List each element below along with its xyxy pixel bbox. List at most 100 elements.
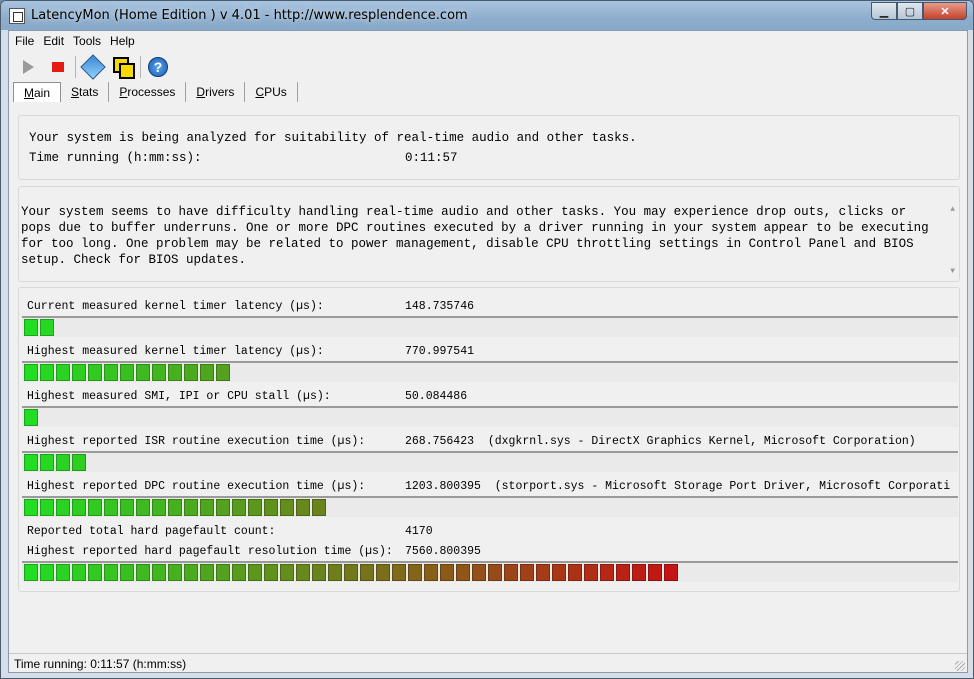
bar-segment xyxy=(280,499,294,516)
tab-label: Stats xyxy=(71,85,99,99)
bar-fill xyxy=(22,453,88,472)
tab-main[interactable]: Main xyxy=(13,82,62,102)
help-button[interactable]: ? xyxy=(145,54,171,80)
bar-segment xyxy=(104,364,118,381)
highest-dpc-time-row: Highest reported DPC routine execution t… xyxy=(27,480,950,493)
bar-fill xyxy=(22,318,56,337)
scroll-down-arrow-icon[interactable]: ▼ xyxy=(950,267,955,276)
bar-fill xyxy=(22,363,232,382)
bar-segment xyxy=(584,564,598,581)
scroll-up-arrow-icon[interactable]: ▲ xyxy=(950,205,955,214)
tools-button[interactable] xyxy=(80,54,106,80)
bar-segment xyxy=(56,364,70,381)
current-kernel-latency-bar xyxy=(22,316,958,337)
play-icon xyxy=(22,60,34,74)
hard-pagefault-count-row: Reported total hard pagefault count: 4170 xyxy=(27,525,433,538)
toolbar: ? xyxy=(15,53,175,81)
bar-segment xyxy=(312,564,326,581)
bar-segment xyxy=(392,564,406,581)
minimize-button[interactable]: ▁ xyxy=(871,2,897,20)
bar-segment xyxy=(72,364,86,381)
cpu-icon xyxy=(113,57,135,79)
bar-segment xyxy=(120,364,134,381)
metric-value: 770.997541 xyxy=(405,345,474,358)
tab-label: CPUs xyxy=(255,85,287,99)
bar-segment xyxy=(488,564,502,581)
bar-segment xyxy=(168,499,182,516)
bar-segment xyxy=(40,454,54,471)
bar-segment xyxy=(104,564,118,581)
metric-value: 7560.800395 xyxy=(405,545,481,558)
bar-segment xyxy=(200,364,214,381)
highest-smi-stall-row: Highest measured SMI, IPI or CPU stall (… xyxy=(27,390,467,403)
resize-grip-icon[interactable] xyxy=(955,661,965,671)
bar-segment xyxy=(72,454,86,471)
metric-value: 50.084486 xyxy=(405,390,467,403)
bar-segment xyxy=(24,364,38,381)
bar-segment xyxy=(168,564,182,581)
app-icon[interactable] xyxy=(9,8,25,24)
conclusion-text: Your system seems to have difficulty han… xyxy=(21,205,929,267)
menu-help[interactable]: Help xyxy=(110,34,135,48)
tab-stats[interactable]: Stats xyxy=(61,82,110,102)
bar-segment xyxy=(600,564,614,581)
bar-segment xyxy=(296,499,310,516)
bar-segment xyxy=(616,564,630,581)
bar-segment xyxy=(120,564,134,581)
highest-smi-stall-bar xyxy=(22,406,958,427)
maximize-button[interactable]: ▢ xyxy=(897,2,923,20)
menu-bar: File Edit Tools Help xyxy=(9,31,967,51)
metric-label: Highest reported ISR routine execution t… xyxy=(27,435,366,448)
bar-segment xyxy=(632,564,646,581)
metric-value: 1203.800395 (storport.sys - Microsoft St… xyxy=(405,480,950,493)
window-title: LatencyMon (Home Edition ) v 4.01 - http… xyxy=(31,8,468,23)
time-running-label: Time running (h:mm:ss): xyxy=(29,151,202,165)
tab-cpus[interactable]: CPUs xyxy=(245,82,298,102)
bar-segment xyxy=(312,499,326,516)
bar-segment xyxy=(24,409,38,426)
title-bar[interactable]: LatencyMon (Home Edition ) v 4.01 - http… xyxy=(1,1,973,30)
bar-segment xyxy=(72,499,86,516)
bar-segment xyxy=(472,564,486,581)
bar-segment xyxy=(328,564,342,581)
bar-segment xyxy=(200,499,214,516)
tab-processes[interactable]: Processes xyxy=(109,82,187,102)
metric-label: Highest measured kernel timer latency (µ… xyxy=(27,345,324,358)
bar-segment xyxy=(56,564,70,581)
bar-segment xyxy=(264,564,278,581)
menu-file[interactable]: File xyxy=(15,34,34,48)
status-text: Time running: 0:11:57 (h:mm:ss) xyxy=(14,656,187,671)
bar-segment xyxy=(264,499,278,516)
bar-segment xyxy=(88,499,102,516)
highest-pagefault-time-row: Highest reported hard pagefault resoluti… xyxy=(27,545,481,558)
bar-segment xyxy=(552,564,566,581)
client-area: File Edit Tools Help ? Main Stats Proces… xyxy=(8,30,968,673)
menu-tools[interactable]: Tools xyxy=(73,34,101,48)
bar-segment xyxy=(232,499,246,516)
app-window: LatencyMon (Home Edition ) v 4.01 - http… xyxy=(0,0,974,679)
bar-segment xyxy=(216,499,230,516)
metric-number: 4170 xyxy=(405,525,433,538)
metric-label: Reported total hard pagefault count: xyxy=(27,525,276,538)
bar-segment xyxy=(40,499,54,516)
metric-label: Current measured kernel timer latency (µ… xyxy=(27,300,324,313)
close-button[interactable]: ✕ xyxy=(923,2,967,20)
metric-value: 268.756423 (dxgkrnl.sys - DirectX Graphi… xyxy=(405,435,916,448)
tab-drivers[interactable]: Drivers xyxy=(186,82,246,102)
cpu-button[interactable] xyxy=(110,54,136,80)
bar-segment xyxy=(200,564,214,581)
bar-segment xyxy=(40,319,54,336)
bar-segment xyxy=(24,319,38,336)
toolbar-separator xyxy=(75,56,76,78)
bar-segment xyxy=(424,564,438,581)
metric-label: Highest reported hard pagefault resoluti… xyxy=(27,545,393,558)
highest-isr-time-row: Highest reported ISR routine execution t… xyxy=(27,435,916,448)
start-button[interactable] xyxy=(15,54,41,80)
bar-segment xyxy=(216,564,230,581)
bar-segment xyxy=(440,564,454,581)
bar-segment xyxy=(184,564,198,581)
bar-segment xyxy=(520,564,534,581)
menu-edit[interactable]: Edit xyxy=(43,34,64,48)
bar-segment xyxy=(232,564,246,581)
stop-button[interactable] xyxy=(45,54,71,80)
